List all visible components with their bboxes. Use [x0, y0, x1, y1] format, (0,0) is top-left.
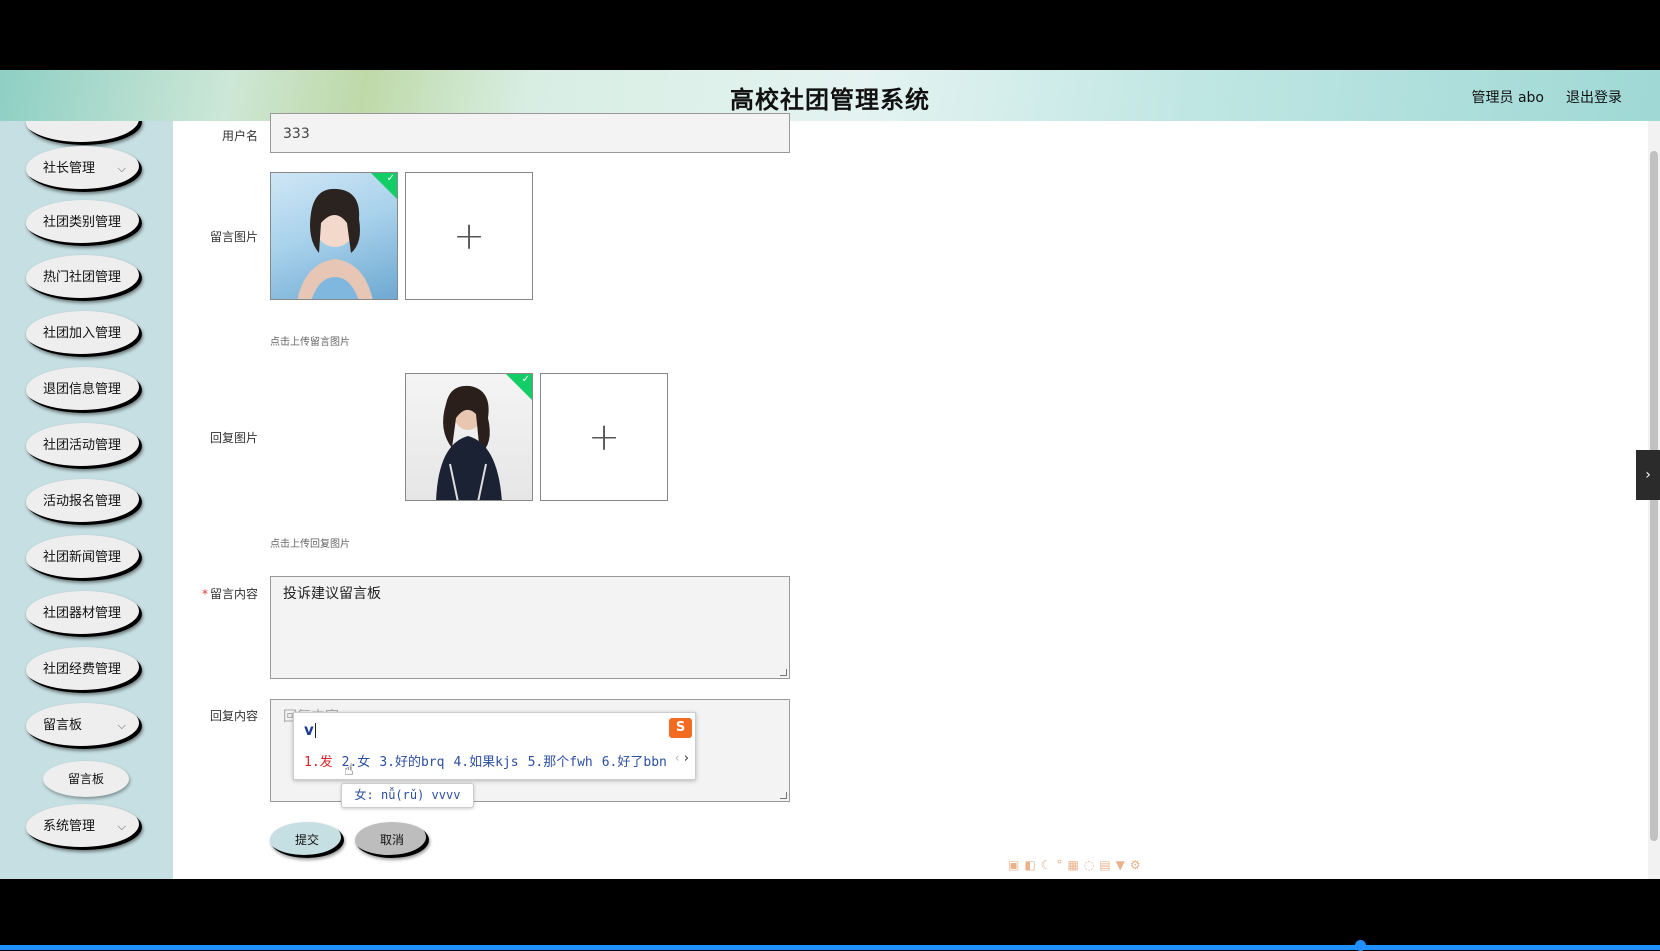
chevron-right-icon[interactable]: ›	[684, 751, 689, 766]
sidebar-item-activity-signup[interactable]: 活动报名管理	[26, 479, 142, 525]
ime-logo-icon[interactable]: ▣	[1008, 858, 1024, 872]
side-panel-toggle[interactable]: ›	[1636, 450, 1660, 500]
check-icon: ✓	[386, 173, 395, 184]
chevron-down-icon: ⌵	[117, 162, 126, 175]
sidebar-item-club-equipment[interactable]: 社团器材管理	[26, 591, 142, 637]
ime-input-text: v	[304, 721, 316, 739]
sidebar-item-label: 社团类别管理	[43, 215, 122, 230]
submit-button[interactable]: 提交	[270, 822, 344, 858]
sidebar-item-label: 社团器材管理	[43, 606, 122, 621]
hand-cursor-icon: ☝	[344, 760, 354, 779]
sidebar-item-label: 社团经费管理	[43, 662, 122, 677]
sidebar-item-system[interactable]: 系统管理 ⌵	[26, 804, 142, 850]
taskbar-indicator	[1355, 940, 1366, 951]
message-image-upload-button[interactable]: +	[405, 172, 533, 300]
sidebar-item-label: 社团加入管理	[43, 326, 122, 341]
ime-candidate[interactable]: 1.发	[304, 755, 333, 770]
taskbar-progress-line	[0, 945, 1660, 950]
resize-handle[interactable]	[780, 792, 787, 799]
reply-image-label: 回复图片	[209, 431, 258, 445]
page-title: 高校社团管理系统	[730, 86, 930, 114]
message-image-label: 留言图片	[209, 230, 258, 244]
sidebar-item-message-board[interactable]: 留言板 ⌵	[26, 703, 142, 749]
ime-candidate[interactable]: 4.如果kjs	[453, 755, 518, 770]
chevron-right-icon: ›	[1645, 467, 1651, 483]
plus-icon: +	[588, 415, 620, 459]
ime-pinyin-tooltip: 女: nǚ(rǔ) vvvv	[341, 783, 474, 808]
gear-icon[interactable]: ⚙	[1130, 858, 1146, 872]
required-marker: *	[201, 587, 208, 601]
sidebar: 社长管理 ⌵ 社团类别管理 热门社团管理 社团加入管理 退团信息管理 社团活动管理…	[0, 121, 173, 879]
cancel-button[interactable]: 取消	[355, 822, 429, 858]
user-icon[interactable]: ◌	[1084, 858, 1099, 872]
ime-candidate[interactable]: 5.那个fwh	[528, 755, 593, 770]
check-icon: ✓	[521, 374, 530, 385]
sidebar-item-club-activity[interactable]: 社团活动管理	[26, 423, 142, 469]
reply-image-hint: 点击上传回复图片	[270, 539, 350, 550]
username-input[interactable]: 333	[270, 113, 790, 153]
message-image-thumbnail[interactable]: ✓	[270, 172, 398, 300]
moon-icon[interactable]: ☾	[1041, 858, 1057, 872]
sidebar-item-label: 社长管理	[43, 161, 96, 176]
sidebar-item-partial[interactable]	[26, 121, 142, 145]
sidebar-item-club-category[interactable]: 社团类别管理	[26, 200, 142, 246]
message-content-textarea[interactable]: 投诉建议留言板	[270, 576, 790, 679]
message-content-value: 投诉建议留言板	[283, 586, 381, 602]
sidebar-item-club-join[interactable]: 社团加入管理	[26, 311, 142, 357]
sidebar-item-president[interactable]: 社长管理 ⌵	[26, 146, 142, 192]
simplified-icon[interactable]: ▤	[1099, 858, 1115, 872]
sidebar-item-club-funds[interactable]: 社团经费管理	[26, 647, 142, 693]
sidebar-item-label: 热门社团管理	[43, 270, 122, 285]
plus-icon: +	[453, 214, 485, 258]
ime-page-nav[interactable]: ‹ ›	[675, 751, 689, 766]
reply-image-upload-button[interactable]: +	[540, 373, 668, 501]
sidebar-item-hot-clubs[interactable]: 热门社团管理	[26, 255, 142, 301]
sidebar-item-label: 退团信息管理	[43, 382, 122, 397]
vertical-scrollbar[interactable]	[1648, 121, 1660, 879]
chevron-down-icon: ⌵	[117, 820, 126, 833]
chevron-down-icon: ⌵	[117, 719, 126, 732]
sidebar-item-label: 活动报名管理	[43, 494, 122, 509]
sidebar-item-quit-info[interactable]: 退团信息管理	[26, 367, 142, 413]
ime-candidate[interactable]: 6.好了bbn	[602, 755, 667, 770]
reply-content-label: 回复内容	[209, 709, 258, 723]
ime-logo-icon: S	[669, 718, 692, 738]
punctuation-icon[interactable]: °	[1056, 858, 1067, 872]
ime-candidate[interactable]: 3.好的brq	[379, 755, 444, 770]
current-user: 管理员 abo	[1471, 90, 1544, 106]
sidebar-subitem-message-board[interactable]: 留言板	[43, 761, 129, 797]
logout-link[interactable]: 退出登录	[1566, 87, 1622, 107]
skin-icon[interactable]: ▼	[1116, 858, 1130, 872]
message-content-label: * 留言内容	[201, 587, 258, 601]
username-label: 用户名	[221, 129, 258, 143]
reply-image-thumbnail[interactable]: ✓	[405, 373, 533, 501]
app-window: 高校社团管理系统 管理员 abo 退出登录 社长管理 ⌵ 社团类别管理 热门社团管…	[0, 70, 1660, 879]
ime-toolbar[interactable]: ▣◧☾°▦◌▤▼⚙	[1008, 858, 1146, 872]
header: 高校社团管理系统 管理员 abo 退出登录	[0, 70, 1660, 121]
sidebar-item-label: 系统管理	[43, 819, 96, 834]
ime-candidate-list: 1.发 2.女 3.好的brq 4.如果kjs 5.那个fwh 6.好了bbn	[304, 751, 676, 770]
keyboard-icon[interactable]: ▦	[1067, 858, 1083, 872]
sidebar-item-label: 社团活动管理	[43, 438, 122, 453]
sidebar-item-club-news[interactable]: 社团新闻管理	[26, 535, 142, 581]
sidebar-item-label: 留言板	[43, 718, 83, 733]
chevron-left-icon[interactable]: ‹	[675, 751, 680, 766]
ime-mode-icon[interactable]: ◧	[1024, 858, 1040, 872]
message-image-hint: 点击上传留言图片	[270, 337, 350, 348]
resize-handle[interactable]	[780, 669, 787, 676]
sidebar-item-label: 社团新闻管理	[43, 550, 122, 565]
